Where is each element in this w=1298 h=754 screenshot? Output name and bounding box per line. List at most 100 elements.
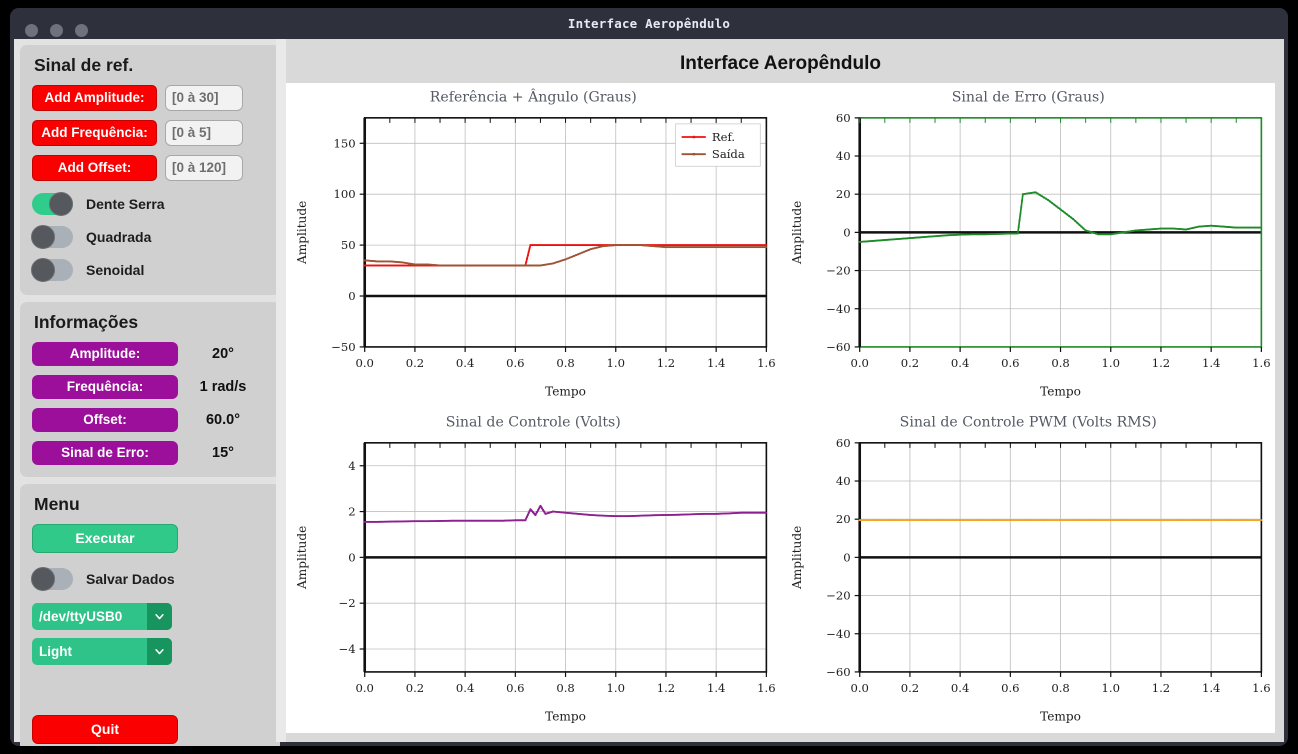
frequencia-label-button[interactable]: Frequência: — [32, 375, 178, 399]
svg-text:0.6: 0.6 — [506, 681, 524, 695]
svg-text:Tempo: Tempo — [545, 384, 586, 398]
svg-text:Amplitude: Amplitude — [295, 526, 309, 590]
svg-text:40: 40 — [835, 149, 850, 163]
chevron-down-icon — [147, 638, 172, 665]
toggle-knob — [31, 566, 55, 591]
svg-text:0.4: 0.4 — [456, 356, 474, 370]
svg-text:Ref.: Ref. — [712, 130, 735, 144]
sidebar-scrollbar[interactable] — [276, 39, 286, 742]
svg-text:1.6: 1.6 — [757, 681, 775, 695]
add-offset-button[interactable]: Add Offset: — [32, 155, 157, 181]
amplitude-input[interactable]: [0 à 30] — [165, 85, 243, 111]
offset-value: 60.0° — [205, 412, 241, 428]
add-frequencia-button[interactable]: Add Frequência: — [32, 120, 157, 146]
sinal-erro-label-button[interactable]: Sinal de Erro: — [32, 441, 178, 465]
svg-text:−40: −40 — [826, 627, 850, 641]
svg-text:0.6: 0.6 — [1001, 356, 1019, 370]
svg-text:1.4: 1.4 — [707, 356, 725, 370]
svg-text:−20: −20 — [826, 589, 850, 603]
offset-label-button[interactable]: Offset: — [32, 408, 178, 432]
svg-text:1.0: 1.0 — [1101, 356, 1119, 370]
svg-text:Amplitude: Amplitude — [295, 201, 309, 265]
svg-text:Amplitude: Amplitude — [790, 201, 804, 265]
svg-text:1.2: 1.2 — [1151, 681, 1169, 695]
offset-input-row: Add Offset: [0 à 120] — [32, 155, 268, 181]
frequencia-input[interactable]: [0 à 5] — [165, 120, 243, 146]
serial-port-select[interactable]: /dev/ttyUSB0 — [32, 603, 172, 630]
add-amplitude-button[interactable]: Add Amplitude: — [32, 85, 157, 111]
svg-text:0: 0 — [348, 289, 355, 303]
informacoes-panel: Informações Amplitude: 20° Frequência: 1… — [20, 302, 280, 477]
svg-text:1.0: 1.0 — [1101, 681, 1119, 695]
svg-text:Saída: Saída — [712, 147, 745, 161]
quit-button[interactable]: Quit — [32, 715, 178, 744]
menu-panel: Menu Executar Salvar Dados /dev/ttyUSB0 … — [20, 484, 280, 746]
svg-text:Sinal de Controle (Volts): Sinal de Controle (Volts) — [446, 415, 621, 431]
toggle-dente-serra[interactable] — [32, 191, 73, 216]
svg-text:0.2: 0.2 — [406, 356, 424, 370]
toggle-knob — [49, 191, 73, 216]
chart-sinal-erro: Sinal de Erro (Graus) 0.0 0.2 0.4 0.6 0.8 1.0 1… — [781, 83, 1276, 408]
offset-input[interactable]: [0 à 120] — [165, 155, 243, 181]
svg-text:−60: −60 — [826, 340, 850, 354]
svg-text:1.2: 1.2 — [657, 681, 675, 695]
toggle-dente-serra-label: Dente Serra — [86, 195, 165, 212]
toggle-senoidal-label: Senoidal — [86, 261, 145, 278]
svg-text:0.0: 0.0 — [850, 356, 868, 370]
sidebar: Sinal de ref. Add Amplitude: [0 à 30] Ad… — [14, 39, 286, 746]
senoidal-row: Senoidal — [31, 256, 268, 283]
sinal-erro-value: 15° — [212, 445, 234, 461]
amplitude-value: 20° — [212, 346, 234, 362]
svg-text:4: 4 — [348, 459, 355, 473]
svg-text:60: 60 — [835, 436, 850, 450]
plot-grid: Referência + Ângulo (Graus) 0.0 0.2 0.4 0.6 0… — [286, 83, 1275, 733]
svg-text:−50: −50 — [331, 340, 355, 354]
menu-title: Menu — [34, 494, 80, 514]
svg-text:Tempo: Tempo — [545, 709, 586, 723]
svg-text:−40: −40 — [826, 302, 850, 316]
svg-text:Sinal de Erro (Graus): Sinal de Erro (Graus) — [951, 90, 1104, 106]
svg-text:1.0: 1.0 — [607, 356, 625, 370]
svg-text:1.4: 1.4 — [1201, 356, 1219, 370]
info-row-offset: Offset: 60.0° — [32, 408, 268, 432]
svg-text:0: 0 — [843, 550, 850, 564]
svg-text:1.2: 1.2 — [1151, 356, 1169, 370]
toggle-senoidal[interactable] — [31, 257, 73, 282]
main-card: Interface Aeropêndulo Referência + Ângul… — [286, 45, 1275, 733]
toggle-knob — [31, 257, 55, 282]
svg-text:0: 0 — [843, 225, 850, 239]
svg-text:Tempo: Tempo — [1040, 709, 1081, 723]
chart-sinal-controle-pwm: Sinal de Controle PWM (Volts RMS) 0.0 0.2 0… — [781, 408, 1276, 733]
theme-value: Light — [39, 644, 72, 659]
toggle-quadrada[interactable] — [31, 224, 73, 249]
svg-text:0.0: 0.0 — [355, 356, 373, 370]
svg-text:Sinal de Controle PWM (Volts R: Sinal de Controle PWM (Volts RMS) — [899, 415, 1156, 431]
svg-text:50: 50 — [341, 238, 356, 252]
toggle-salvar-dados[interactable] — [31, 566, 73, 591]
svg-text:−60: −60 — [826, 665, 850, 679]
page-title: Interface Aeropêndulo — [680, 53, 881, 74]
salvar-dados-row: Salvar Dados — [31, 565, 268, 592]
application-window: Interface Aeropêndulo Sinal de ref. Add … — [10, 8, 1288, 746]
app-body: Sinal de ref. Add Amplitude: [0 à 30] Ad… — [14, 39, 1284, 746]
svg-text:0.6: 0.6 — [506, 356, 524, 370]
main-content: Interface Aeropêndulo Referência + Ângul… — [286, 39, 1284, 742]
svg-text:0.0: 0.0 — [850, 681, 868, 695]
svg-text:0.2: 0.2 — [406, 681, 424, 695]
svg-text:Tempo: Tempo — [1040, 384, 1081, 398]
dente-serra-row: Dente Serra — [32, 190, 268, 217]
theme-select[interactable]: Light — [32, 638, 172, 665]
frequencia-value: 1 rad/s — [199, 379, 247, 395]
amplitude-label-button[interactable]: Amplitude: — [32, 342, 178, 366]
chart-sinal-controle: Sinal de Controle (Volts) 0.0 0.2 0.4 0.6 0.8… — [286, 408, 781, 733]
info-row-amplitude: Amplitude: 20° — [32, 342, 268, 366]
executar-button[interactable]: Executar — [32, 524, 178, 553]
reference-signal-title: Sinal de ref. — [34, 55, 134, 75]
svg-text:1.4: 1.4 — [707, 681, 725, 695]
svg-text:1.0: 1.0 — [607, 681, 625, 695]
svg-text:150: 150 — [333, 136, 355, 150]
svg-text:Referência + Ângulo (Graus): Referência + Ângulo (Graus) — [430, 88, 637, 106]
svg-text:0.2: 0.2 — [900, 681, 918, 695]
chevron-down-icon — [147, 603, 172, 630]
svg-text:−4: −4 — [339, 642, 356, 656]
